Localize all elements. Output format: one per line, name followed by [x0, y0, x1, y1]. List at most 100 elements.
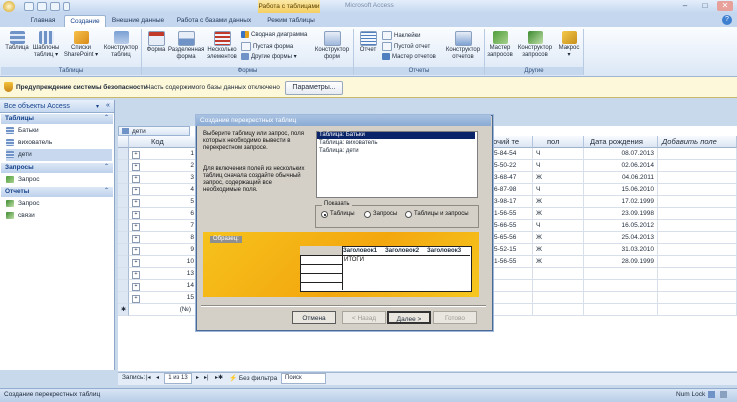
qat-redo-icon[interactable] [50, 2, 60, 11]
row-selector[interactable] [118, 232, 129, 244]
table-button[interactable]: Таблица [3, 31, 31, 52]
table-templates-button[interactable]: Шаблоны таблиц ▾ [31, 31, 61, 59]
cell-id[interactable]: 2 [129, 160, 198, 172]
cell-add-field[interactable] [658, 184, 737, 196]
radio-tables-label[interactable]: Таблицы [330, 211, 355, 218]
previous-record-button[interactable]: ◂ [156, 374, 159, 381]
query-wizard-button[interactable]: Мастер запросов [486, 31, 514, 59]
cell-pol[interactable]: Ж [533, 172, 584, 184]
filter-indicator[interactable]: ⚡ Без фильтра [229, 374, 277, 382]
help-icon[interactable]: ? [722, 15, 732, 25]
report-wizard-button[interactable]: Мастер отчетов [382, 53, 436, 62]
report-design-button[interactable]: Конструктор отчетов [443, 31, 483, 61]
nav-menu-icon[interactable]: ▾ [96, 103, 99, 110]
security-options-button[interactable]: Параметры... [285, 81, 343, 95]
row-selector[interactable] [118, 244, 129, 256]
cell-birth[interactable]: 16.05.2012 [584, 220, 658, 232]
column-header-pol[interactable]: пол [533, 136, 584, 148]
cell-add-field[interactable] [658, 160, 737, 172]
cell-add-field[interactable] [658, 220, 737, 232]
cell-add-field[interactable] [658, 196, 737, 208]
row-selector[interactable] [118, 280, 129, 292]
nav-item-query[interactable]: Запрос [6, 174, 112, 186]
cell-birth[interactable]: 02.06.2014 [584, 160, 658, 172]
radio-queries-label[interactable]: Запросы [373, 211, 397, 218]
report-button[interactable]: Отчет [356, 31, 380, 54]
nav-item-table[interactable]: вихователь [6, 137, 112, 149]
qat-save-icon[interactable] [24, 2, 34, 11]
radio-queries[interactable] [364, 211, 371, 218]
cell-id[interactable]: 15 [129, 292, 198, 304]
cell-add-field[interactable] [658, 148, 737, 160]
collapse-icon[interactable]: ⌃ [104, 163, 109, 170]
radio-tables-and-queries-label[interactable]: Таблицы и запросы [414, 211, 469, 218]
nav-item-report[interactable]: Запрос [6, 198, 112, 210]
new-row-cell[interactable] [533, 304, 584, 316]
cell-add-field[interactable] [658, 244, 737, 256]
cell-birth[interactable]: 15.06.2010 [584, 184, 658, 196]
query-design-button[interactable]: Конструктор запросов [515, 31, 555, 59]
cell-pol[interactable]: Ч [533, 184, 584, 196]
pivot-chart-button[interactable]: Сводная диаграмма [241, 31, 307, 40]
cell-birth[interactable]: 25.04.2013 [584, 232, 658, 244]
cell-birth[interactable]: 23.09.1998 [584, 208, 658, 220]
record-position-input[interactable]: 1 из 13 [164, 373, 192, 384]
column-header-kod[interactable]: Код [129, 136, 198, 148]
cell-pol[interactable]: Ж [533, 244, 584, 256]
table-design-button[interactable]: Конструктор таблиц [102, 31, 140, 59]
view-datasheet-icon[interactable] [708, 391, 715, 398]
collapse-icon[interactable]: ⌃ [104, 187, 109, 194]
row-selector[interactable] [118, 256, 129, 268]
cell-id[interactable]: 10 [129, 256, 198, 268]
cell-id[interactable]: 13 [129, 268, 198, 280]
qat-customize-icon[interactable] [63, 2, 70, 11]
cell-pol[interactable]: Ж [533, 256, 584, 268]
nav-item-table-selected[interactable]: дети [6, 149, 112, 161]
multiple-items-button[interactable]: Несколько элементов [205, 31, 239, 61]
nav-collapse-icon[interactable]: « [106, 102, 110, 109]
cell-pol[interactable]: Ж [533, 196, 584, 208]
nav-category-queries[interactable]: Запросы [1, 163, 113, 173]
cell-pol[interactable]: Ч [533, 160, 584, 172]
cell-id[interactable]: 9 [129, 244, 198, 256]
new-row-cell[interactable] [658, 304, 737, 316]
labels-button[interactable]: Наклейки [382, 31, 421, 40]
cell-add-field[interactable] [658, 280, 737, 292]
row-selector[interactable] [118, 208, 129, 220]
cell-birth[interactable] [584, 268, 658, 280]
row-selector[interactable] [118, 268, 129, 280]
search-input[interactable]: Поиск [281, 373, 326, 384]
next-record-button[interactable]: ▸ [196, 374, 199, 381]
radio-tables-and-queries[interactable] [405, 211, 412, 218]
sharepoint-lists-button[interactable]: Списки SharePoint ▾ [62, 31, 100, 59]
nav-item-report[interactable]: связи [6, 210, 112, 222]
row-selector[interactable] [118, 184, 129, 196]
cell-birth[interactable]: 17.02.1999 [584, 196, 658, 208]
cell-pol[interactable] [533, 268, 584, 280]
nav-item-table[interactable]: Батьки [6, 125, 112, 137]
cell-birth[interactable]: 04.06.2011 [584, 172, 658, 184]
cell-pol[interactable]: Ч [533, 220, 584, 232]
cell-pol[interactable]: Ж [533, 232, 584, 244]
row-selector[interactable] [118, 220, 129, 232]
cell-birth[interactable]: 08.07.2013 [584, 148, 658, 160]
radio-tables[interactable] [321, 211, 328, 218]
tab-home[interactable]: Главная [24, 15, 62, 27]
cell-id[interactable]: 6 [129, 208, 198, 220]
blank-form-button[interactable]: Пустая форма [241, 42, 293, 51]
cell-pol[interactable]: Ч [533, 148, 584, 160]
nav-category-tables[interactable]: Таблицы [1, 114, 113, 124]
new-row-selector[interactable]: ✱ [118, 304, 129, 316]
next-button[interactable]: Далее > [387, 311, 431, 324]
tab-external-data[interactable]: Внешние данные [107, 15, 169, 27]
macro-button[interactable]: Макрос ▾ [556, 31, 582, 59]
cell-add-field[interactable] [658, 292, 737, 304]
close-button[interactable]: ✕ [717, 1, 733, 11]
cell-pol[interactable] [533, 292, 584, 304]
row-selector[interactable] [118, 160, 129, 172]
finish-button[interactable]: Готово [433, 311, 477, 324]
form-design-button[interactable]: Конструктор форм [312, 31, 352, 61]
row-selector[interactable] [118, 292, 129, 304]
cell-id[interactable]: 4 [129, 184, 198, 196]
cell-id[interactable]: 3 [129, 172, 198, 184]
